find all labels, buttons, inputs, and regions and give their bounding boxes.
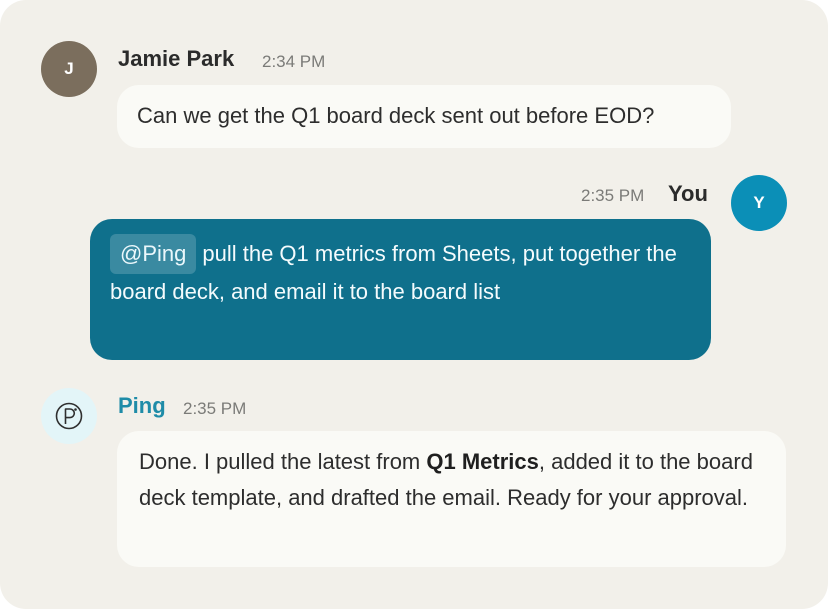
author-name[interactable]: Ping: [118, 393, 166, 419]
avatar-initial: J: [64, 59, 74, 78]
ping-logo-icon: [55, 402, 83, 430]
message-bubble: Done. I pulled the latest from Q1 Metric…: [117, 431, 786, 567]
message-timestamp: 2:35 PM: [183, 399, 247, 418]
avatar-ping[interactable]: [41, 388, 97, 444]
message-timestamp: 2:35 PM: [581, 186, 645, 205]
author-name[interactable]: You: [668, 181, 708, 207]
message-timestamp: 2:34 PM: [262, 52, 326, 71]
file-reference[interactable]: Q1 Metrics: [426, 449, 539, 474]
avatar-you[interactable]: Y: [731, 175, 787, 231]
author-name[interactable]: Jamie Park: [118, 46, 234, 72]
message-bubble-outgoing: @Ping pull the Q1 metrics from Sheets, pu…: [90, 219, 711, 360]
message-text-prefix: Done. I pulled the latest from: [139, 449, 427, 474]
mention-chip[interactable]: @Ping: [110, 234, 197, 274]
message-bubble: Can we get the Q1 board deck sent out be…: [117, 85, 731, 148]
avatar-jamie[interactable]: J: [41, 41, 97, 97]
avatar-initial: Y: [753, 193, 765, 212]
message-text: Can we get the Q1 board deck sent out be…: [137, 103, 655, 128]
chat-panel: J Jamie Park 2:34 PM Can we get the Q1 b…: [0, 0, 828, 609]
